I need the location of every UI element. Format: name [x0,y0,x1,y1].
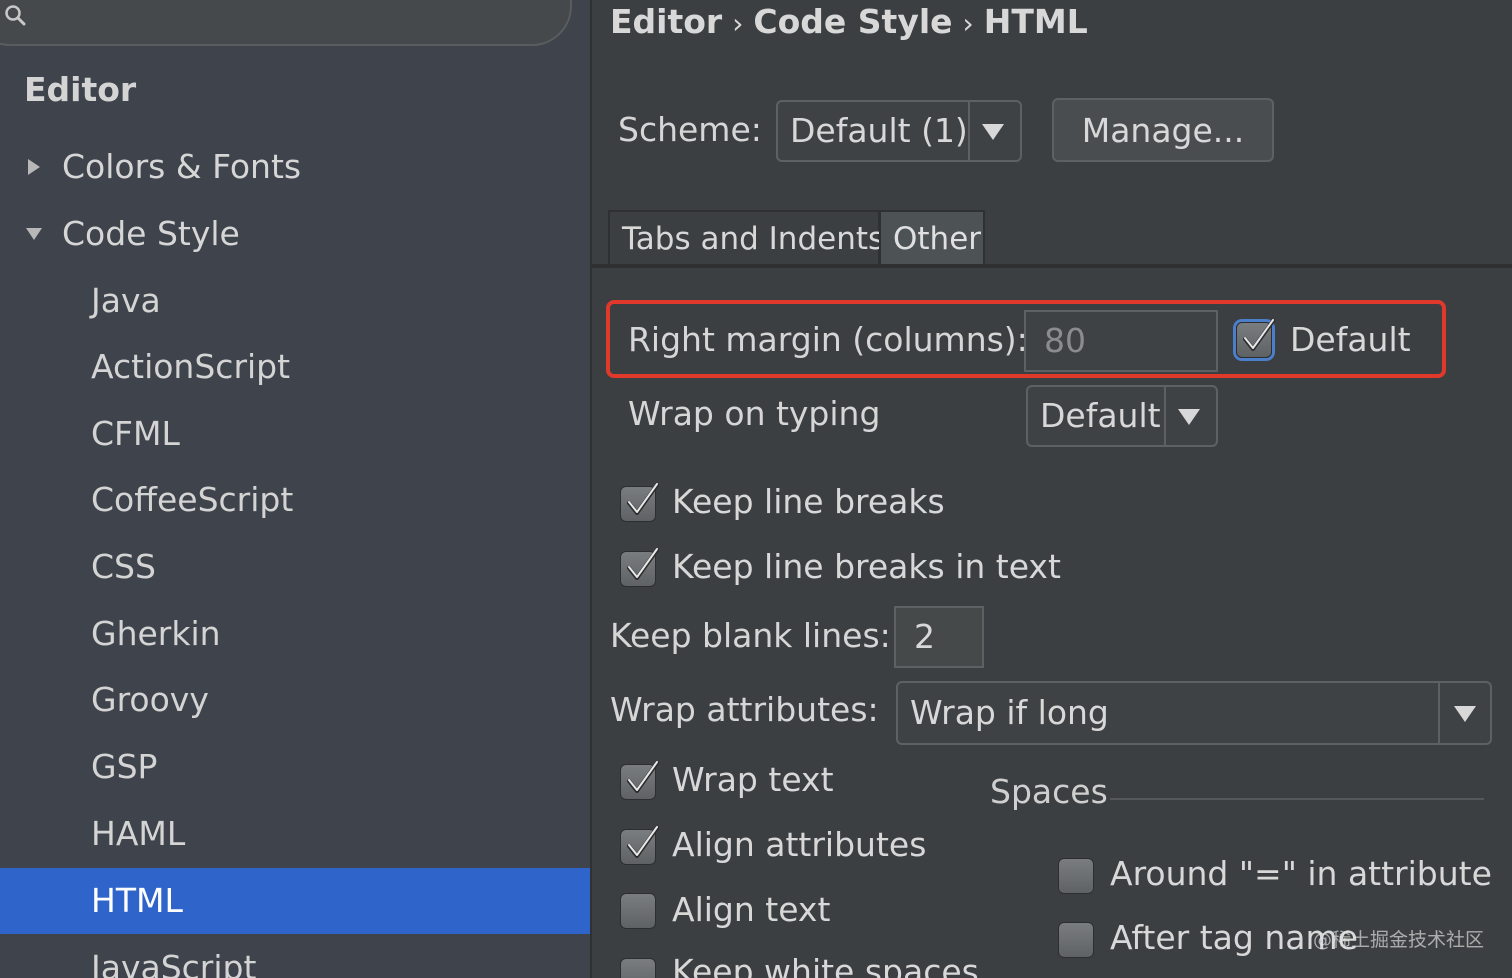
tree-item-groovy[interactable]: Groovy [0,667,590,733]
right-margin-default-checkbox[interactable] [1236,319,1275,358]
right-margin-default-label: Default [1290,320,1411,359]
tree-heading-editor: Editor [24,70,137,109]
tree-item-html[interactable]: HTML [0,868,590,934]
breadcrumb-editor: Editor [610,2,723,41]
spaces-group-line [1110,798,1484,800]
around-equals-label: Around "=" in attribute [1110,854,1492,893]
after-tag-name-checkbox[interactable] [1058,922,1094,958]
tree-item-cfml[interactable]: CFML [0,401,590,467]
wrap-attributes-label: Wrap attributes: [610,690,879,729]
tree-item-gherkin[interactable]: Gherkin [0,601,590,667]
settings-search-input[interactable] [0,0,572,46]
settings-sidebar: Editor Colors & Fonts Code Style Java Ac… [0,0,590,978]
breadcrumb: Editor › Code Style › HTML [610,2,1088,41]
tree-item-haml[interactable]: HAML [0,801,590,867]
right-margin-value: 80 [1044,321,1086,360]
keep-line-breaks-label: Keep line breaks [672,482,945,521]
search-icon [5,5,26,26]
tree-item-gsp[interactable]: GSP [0,734,590,800]
keep-blank-lines-label: Keep blank lines: [610,616,891,655]
wrap-attributes-select[interactable]: Wrap if long [896,681,1492,745]
tree-item-javascript[interactable]: JavaScript [0,935,590,978]
breadcrumb-separator: › [962,7,974,40]
keep-line-breaks-in-text-checkbox[interactable] [620,548,659,587]
tree-item-css[interactable]: CSS [0,534,590,600]
scheme-select-value: Default (1) [790,111,968,150]
chevron-down-icon [1178,409,1200,425]
keep-line-breaks-in-text-label: Keep line breaks in text [672,547,1061,586]
wrap-on-typing-select[interactable]: Default [1026,385,1218,447]
wrap-attributes-value: Wrap if long [910,693,1109,732]
tree-item-java[interactable]: Java [0,268,590,334]
tree-item-label: Colors & Fonts [62,147,302,186]
align-attributes-label: Align attributes [672,825,927,864]
align-text-checkbox[interactable] [620,893,656,929]
tab-tabs-and-indents[interactable]: Tabs and Indents [608,210,884,266]
tree-item-actionscript[interactable]: ActionScript [0,334,590,400]
breadcrumb-html: HTML [983,2,1088,41]
chevron-down-icon [1454,706,1476,722]
align-attributes-checkbox[interactable] [620,826,659,865]
chevron-down-icon[interactable] [24,224,44,244]
breadcrumb-separator: › [732,7,744,40]
chevron-right-icon[interactable] [24,157,44,177]
check-icon [627,483,659,515]
keep-blank-lines-input[interactable]: 2 [894,606,984,668]
manage-button[interactable]: Manage... [1052,98,1274,162]
scheme-select-separator [968,102,970,160]
keep-white-spaces-checkbox[interactable] [620,958,656,978]
right-margin-input[interactable]: 80 [1024,310,1218,372]
wrap-on-typing-separator [1164,387,1166,445]
tree-item-colors-fonts[interactable]: Colors & Fonts [0,134,590,200]
align-text-label: Align text [672,890,831,929]
spaces-group-title: Spaces [990,772,1108,811]
tab-other[interactable]: Other [879,210,985,266]
scheme-select[interactable]: Default (1) [776,100,1022,162]
chevron-down-icon [982,124,1004,140]
check-icon [627,761,659,793]
keep-line-breaks-checkbox[interactable] [620,483,659,522]
wrap-attributes-separator [1438,683,1440,743]
tree-item-label: Code Style [62,214,240,253]
watermark: @稀土掘金技术社区 [1312,929,1484,951]
wrap-text-checkbox[interactable] [620,761,659,800]
check-icon [627,826,659,858]
breadcrumb-code-style: Code Style [753,2,953,41]
keep-white-spaces-label: Keep white spaces [672,952,979,978]
settings-window: Editor Colors & Fonts Code Style Java Ac… [0,0,1512,978]
check-icon [1243,319,1275,351]
wrap-on-typing-label: Wrap on typing [628,394,881,433]
scheme-label: Scheme: [618,110,762,149]
tree-item-coffeescript[interactable]: CoffeeScript [0,467,590,533]
wrap-on-typing-value: Default [1040,396,1161,435]
around-equals-checkbox[interactable] [1058,858,1094,894]
keep-blank-lines-value: 2 [914,617,935,656]
settings-main-panel: Editor › Code Style › HTML Scheme: Default (… [592,0,1512,978]
check-icon [627,548,659,580]
wrap-text-label: Wrap text [672,760,834,799]
tab-bar-divider [592,264,1512,268]
tree-item-code-style[interactable]: Code Style [0,201,590,267]
right-margin-label: Right margin (columns): [628,320,1028,359]
